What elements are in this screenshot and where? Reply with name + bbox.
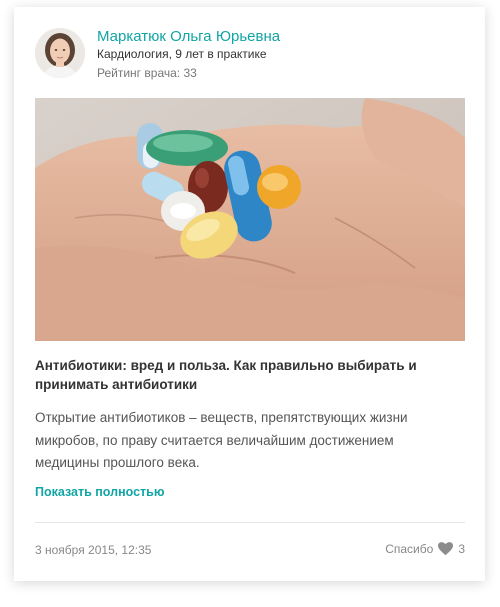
heart-icon	[438, 542, 454, 556]
article-image[interactable]	[35, 98, 465, 341]
thanks-label: Спасибо	[385, 542, 434, 556]
thanks-count: 3	[458, 542, 465, 556]
author-rating: Рейтинг врача: 33	[97, 66, 197, 80]
author-avatar[interactable]	[35, 28, 85, 78]
author-block: Маркатюк Ольга Юрьевна Кардиология, 9 ле…	[35, 28, 465, 88]
publish-date: 3 ноября 2015, 12:35	[35, 543, 152, 557]
article-title[interactable]: Антибиотики: вред и польза. Как правильн…	[35, 356, 455, 394]
author-specialty: Кардиология, 9 лет в практике	[97, 47, 267, 61]
show-more-link[interactable]: Показать полностью	[35, 485, 165, 499]
divider	[35, 522, 465, 523]
thanks-button[interactable]: Спасибо 3	[385, 540, 465, 558]
article-excerpt: Открытие антибиотиков – веществ, препятс…	[35, 410, 408, 470]
article-card: Маркатюк Ольга Юрьевна Кардиология, 9 ле…	[14, 7, 485, 581]
author-name-link[interactable]: Маркатюк Ольга Юрьевна	[97, 28, 280, 45]
